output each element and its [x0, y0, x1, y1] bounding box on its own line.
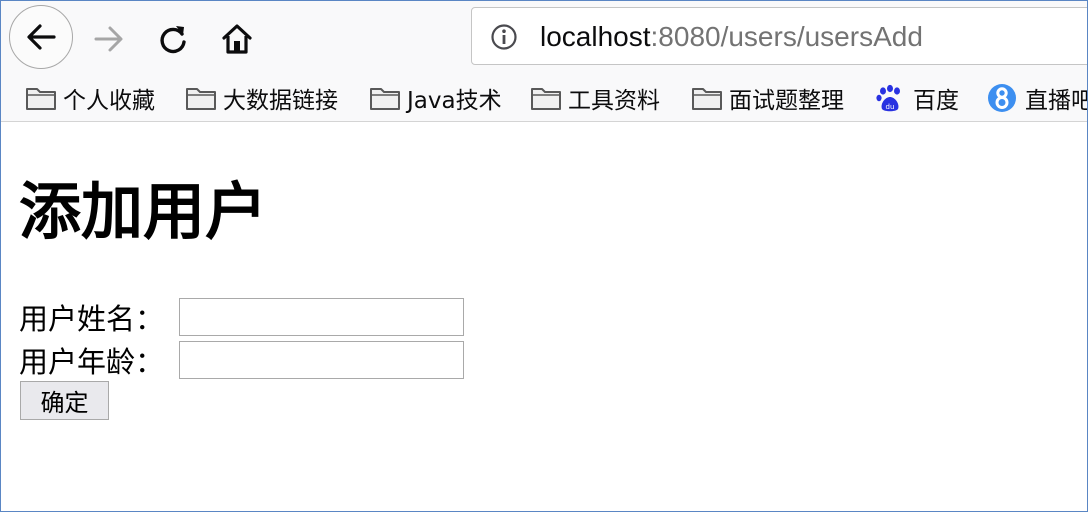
folder-icon — [185, 84, 217, 112]
svg-text:du: du — [886, 103, 895, 111]
arrow-left-icon — [27, 24, 56, 50]
bookmark-folder-interview[interactable]: 面试题整理 — [691, 81, 844, 115]
bookmark-label: 百度 — [913, 88, 959, 114]
browser-toolbar: localhost:8080/users/usersAdd — [1, 1, 1087, 75]
username-label: 用户姓名： — [19, 302, 165, 336]
age-row: 用户年龄： — [19, 340, 464, 380]
submit-button[interactable]: 确定 — [20, 381, 109, 420]
folder-icon — [691, 84, 723, 112]
home-button[interactable] — [217, 19, 257, 59]
bookmark-zhibo8[interactable]: 直播吧 — [987, 81, 1087, 115]
bookmark-folder-tools[interactable]: 工具资料 — [530, 81, 660, 115]
folder-icon — [369, 84, 401, 112]
bookmark-folder-favorites[interactable]: 个人收藏 — [25, 81, 155, 115]
url-host: localhost — [540, 21, 651, 52]
folder-icon — [25, 84, 57, 112]
page-title: 添加用户 — [19, 175, 268, 248]
arrow-right-icon — [94, 26, 123, 52]
bookmark-label: 个人收藏 — [63, 88, 155, 114]
bookmark-baidu[interactable]: du 百度 — [875, 81, 959, 115]
username-input[interactable] — [179, 298, 464, 336]
info-icon[interactable] — [490, 23, 518, 51]
username-row: 用户姓名： — [19, 297, 464, 337]
browser-window: localhost:8080/users/usersAdd 个人收藏 大数据链接… — [0, 0, 1088, 512]
bookmark-label: 大数据链接 — [223, 88, 338, 114]
home-icon — [222, 24, 252, 54]
bookmark-folder-java[interactable]: Java技术 — [369, 81, 502, 115]
forward-button[interactable] — [89, 19, 129, 59]
bookmark-label: 面试题整理 — [729, 88, 844, 114]
age-input[interactable] — [179, 341, 464, 379]
reload-icon — [160, 26, 186, 54]
reload-button[interactable] — [153, 19, 193, 59]
bookmark-label: Java技术 — [407, 88, 502, 114]
zhibo8-icon — [987, 84, 1019, 112]
bookmark-label: 直播吧 — [1025, 88, 1087, 114]
url-text[interactable]: localhost:8080/users/usersAdd — [540, 21, 923, 53]
baidu-paw-icon: du — [875, 84, 907, 112]
bookmark-label: 工具资料 — [568, 88, 660, 114]
folder-icon — [530, 84, 562, 112]
url-bar[interactable]: localhost:8080/users/usersAdd — [471, 7, 1087, 65]
bookmarks-toolbar: 个人收藏 大数据链接 Java技术 工具资料 面试题整理 du 百度 直播 — [1, 75, 1087, 122]
url-path: :8080/users/usersAdd — [650, 21, 923, 52]
bookmark-folder-bigdata[interactable]: 大数据链接 — [185, 81, 338, 115]
age-label: 用户年龄： — [19, 345, 165, 379]
back-button[interactable] — [9, 5, 73, 69]
